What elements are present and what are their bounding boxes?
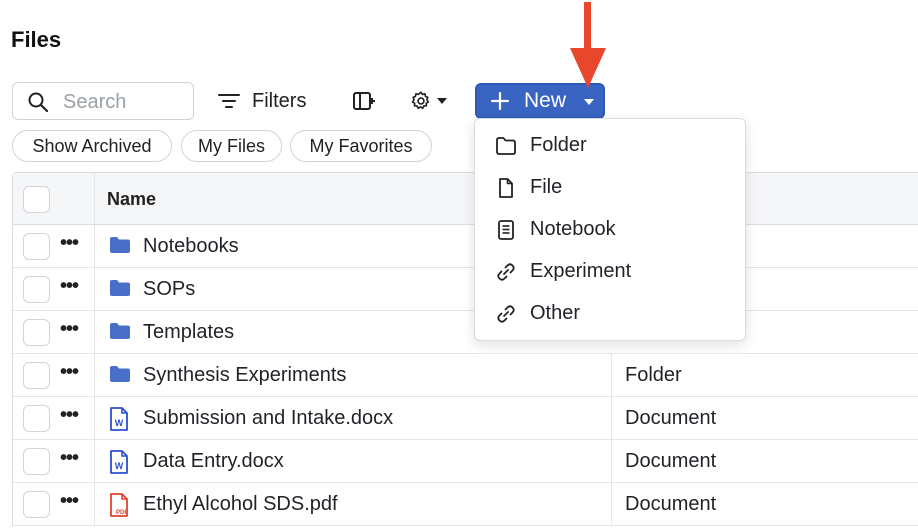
search-box[interactable] [12, 82, 194, 120]
new-dropdown-menu: Folder File Notebook Experiment Other [474, 118, 746, 341]
select-all-checkbox[interactable] [23, 186, 50, 213]
table-row[interactable]: ••• W Submission and Intake.docx Documen… [13, 397, 918, 440]
menu-item-other[interactable]: Other [475, 294, 745, 334]
filters-label: Filters [252, 89, 307, 112]
files-table: Name ••• Notebooks ••• SOPs ••• Template… [12, 172, 918, 526]
row-checkbox[interactable] [23, 319, 50, 346]
file-type: Folder [625, 364, 682, 386]
svg-text:W: W [115, 461, 124, 471]
table-row[interactable]: ••• Synthesis Experiments Folder [13, 354, 918, 397]
link-icon [497, 263, 515, 281]
folder-icon [110, 280, 130, 296]
table-row[interactable]: ••• W Data Entry.docx Document [13, 440, 918, 483]
chip-my-files[interactable]: My Files [181, 130, 282, 162]
file-name[interactable]: SOPs [143, 278, 195, 301]
file-name[interactable]: Data Entry.docx [143, 450, 284, 473]
caret-down-icon [437, 98, 447, 104]
column-layout-button[interactable] [352, 90, 376, 112]
table-row[interactable]: ••• PDF Ethyl Alcohol SDS.pdf Document [13, 483, 918, 526]
folder-icon [110, 366, 130, 382]
column-header-name[interactable]: Name [107, 189, 156, 210]
row-actions-icon[interactable]: ••• [60, 405, 79, 425]
pdf-icon: PDF [110, 493, 128, 517]
link-icon [497, 305, 515, 323]
file-name[interactable]: Submission and Intake.docx [143, 407, 393, 430]
gear-icon [411, 91, 430, 110]
row-checkbox[interactable] [23, 491, 50, 518]
menu-item-notebook[interactable]: Notebook [475, 210, 745, 250]
menu-item-label: Experiment [530, 260, 632, 282]
annotation-arrow-icon [570, 2, 606, 88]
file-name[interactable]: Templates [143, 321, 234, 344]
word-doc-icon: W [110, 407, 128, 431]
row-checkbox[interactable] [23, 276, 50, 303]
folder-icon [110, 237, 130, 253]
word-doc-icon: W [110, 450, 128, 474]
svg-text:PDF: PDF [116, 510, 128, 516]
row-actions-icon[interactable]: ••• [60, 233, 79, 253]
menu-item-label: File [530, 176, 563, 198]
row-actions-icon[interactable]: ••• [60, 362, 79, 382]
file-name[interactable]: Synthesis Experiments [143, 364, 346, 387]
row-checkbox[interactable] [23, 448, 50, 475]
row-actions-icon[interactable]: ••• [60, 276, 79, 296]
settings-dropdown-button[interactable] [410, 88, 448, 114]
svg-text:W: W [115, 418, 124, 428]
menu-item-label: Folder [530, 134, 587, 156]
file-name[interactable]: Ethyl Alcohol SDS.pdf [143, 493, 338, 516]
row-checkbox[interactable] [23, 405, 50, 432]
row-actions-icon[interactable]: ••• [60, 448, 79, 468]
menu-item-label: Notebook [530, 218, 616, 240]
row-checkbox[interactable] [23, 362, 50, 389]
caret-down-icon [584, 99, 594, 105]
menu-item-label: Other [530, 302, 581, 324]
file-type: Document [625, 493, 717, 515]
folder-icon [110, 323, 130, 339]
table-row[interactable]: ••• Templates [13, 311, 918, 354]
folder-outline-icon [496, 137, 516, 155]
filters-button[interactable]: Filters [218, 87, 306, 115]
menu-item-folder[interactable]: Folder [475, 126, 745, 166]
table-row[interactable]: ••• SOPs [13, 268, 918, 311]
file-type: Document [625, 407, 717, 429]
row-checkbox[interactable] [23, 233, 50, 260]
row-actions-icon[interactable]: ••• [60, 319, 79, 339]
plus-icon [490, 91, 510, 111]
search-icon [28, 92, 48, 112]
notebook-icon [498, 220, 514, 240]
table-header: Name [13, 173, 918, 225]
chip-show-archived[interactable]: Show Archived [12, 130, 172, 162]
table-row[interactable]: ••• Notebooks [13, 225, 918, 268]
menu-item-file[interactable]: File [475, 168, 745, 208]
menu-item-experiment[interactable]: Experiment [475, 252, 745, 292]
file-name[interactable]: Notebooks [143, 235, 239, 258]
chip-my-favorites[interactable]: My Favorites [290, 130, 432, 162]
column-add-icon [353, 92, 375, 110]
filter-icon [218, 94, 240, 108]
page-title: Files [11, 27, 62, 52]
file-icon [499, 178, 513, 198]
new-button-label: New [524, 89, 567, 112]
search-input[interactable] [61, 89, 186, 115]
file-type: Document [625, 450, 717, 472]
row-actions-icon[interactable]: ••• [60, 491, 79, 511]
